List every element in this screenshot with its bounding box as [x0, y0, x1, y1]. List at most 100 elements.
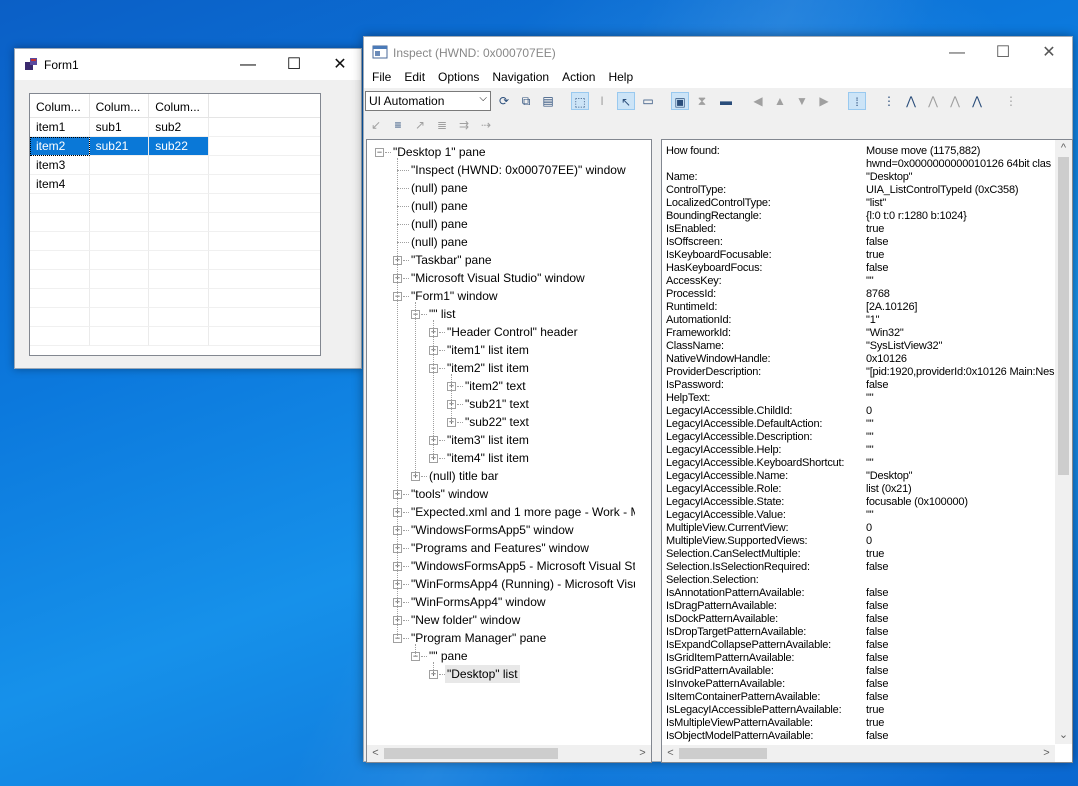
first-child-icon[interactable]: ⋀ [902, 92, 920, 110]
tree-node[interactable]: (null) title bar [427, 467, 500, 485]
watch-focus-icon[interactable]: ⬚ [571, 92, 589, 110]
column-header[interactable]: Colum... [90, 94, 150, 117]
maximize-button[interactable]: ☐ [980, 37, 1026, 68]
form1-titlebar[interactable]: Form1 — ☐ ✕ [15, 49, 361, 80]
scroll-right-icon[interactable]: > [1038, 745, 1055, 762]
tree-node[interactable]: "Program Manager" pane [409, 629, 548, 647]
tree-node[interactable]: "Programs and Features" window [409, 539, 591, 557]
watch-caret-icon[interactable]: I [593, 92, 611, 110]
close-button[interactable]: ✕ [1026, 37, 1072, 68]
tree-hscrollbar[interactable]: < > [367, 745, 651, 762]
nav-left-icon[interactable]: ◀ [749, 92, 767, 110]
show-caret-icon[interactable]: ⧗ [693, 92, 711, 110]
property-name: MultipleView.CurrentView: [666, 522, 789, 534]
tree-node[interactable]: "Expected.xml and 1 more page - Work - M… [409, 503, 635, 521]
list-cell [149, 289, 209, 308]
action-icon-4[interactable]: ≣ [433, 116, 451, 134]
action-icon-3[interactable]: ↗ [411, 116, 429, 134]
tree-hscroll-thumb[interactable] [384, 748, 558, 759]
tree-node[interactable]: "WindowsFormsApp5 - Microsoft Visual Stu… [409, 557, 635, 575]
tree-node[interactable]: "WindowsFormsApp5" window [409, 521, 576, 539]
tree-node[interactable]: "item2" list item [445, 359, 531, 377]
expand-all-icon[interactable]: ⋮ [1002, 92, 1020, 110]
last-child-icon[interactable]: ⋀ [968, 92, 986, 110]
property-name: IsObjectModelPatternAvailable: [666, 730, 814, 742]
tree-node[interactable]: "tools" window [409, 485, 490, 503]
tree-node[interactable]: "sub21" text [463, 395, 531, 413]
tree-node[interactable]: (null) pane [409, 215, 470, 233]
tree-node[interactable]: "Inspect (HWND: 0x000707EE)" window [409, 161, 628, 179]
tree-node[interactable]: "WinFormsApp4 (Running) - Microsoft Visu… [409, 575, 635, 593]
tree-node[interactable]: "WinFormsApp4" window [409, 593, 548, 611]
list-cell [89, 194, 150, 213]
mode-select[interactable]: UI Automation ⌵ [365, 91, 491, 111]
menu-help[interactable]: Help [602, 68, 640, 88]
scroll-down-icon[interactable]: ⌄ [1055, 727, 1072, 744]
tree-node[interactable]: "Form1" window [409, 287, 500, 305]
list-item[interactable]: item3 [30, 156, 320, 175]
tree-node[interactable]: "item1" list item [445, 341, 531, 359]
watch-cursor-icon[interactable]: ↖ [617, 92, 635, 110]
tree-node[interactable]: (null) pane [409, 179, 470, 197]
properties-pane[interactable]: How found: Mouse move (1175,882) hwnd=0x00… [661, 139, 1073, 763]
refresh-icon[interactable]: ⟳ [495, 92, 513, 110]
parent-icon[interactable]: ⋮ [880, 92, 898, 110]
column-header[interactable]: Colum... [149, 94, 209, 117]
tree-node[interactable]: "Taskbar" pane [409, 251, 494, 269]
tree-node[interactable]: "item2" text [463, 377, 528, 395]
tree-node[interactable]: "" list [427, 305, 458, 323]
scroll-left-icon[interactable]: < [662, 745, 679, 762]
element-tree-pane[interactable]: − "Desktop 1" pane "Inspect (HWND: 0x00070… [366, 139, 652, 763]
action-icon-6[interactable]: ⇢ [477, 116, 495, 134]
scroll-up-icon[interactable]: ^ [1055, 140, 1072, 157]
props-hscroll-thumb[interactable] [679, 748, 767, 759]
list-view[interactable]: Colum... Colum... Colum... item1 sub1 sub2… [29, 93, 321, 356]
nav-right-icon[interactable]: ▶ [815, 92, 833, 110]
menu-action[interactable]: Action [556, 68, 602, 88]
menu-file[interactable]: File [366, 68, 398, 88]
inspect-titlebar[interactable]: Inspect (HWND: 0x000707EE) — ☐ ✕ [364, 37, 1072, 68]
collapse-icon[interactable]: − [375, 148, 384, 157]
close-button[interactable]: ✕ [317, 49, 363, 80]
maximize-button[interactable]: ☐ [271, 49, 317, 80]
tree-node[interactable]: "Microsoft Visual Studio" window [409, 269, 587, 287]
tree-node[interactable]: (null) pane [409, 197, 470, 215]
scroll-right-icon[interactable]: > [634, 745, 651, 762]
tree-mode-icon[interactable]: ⁞ [848, 92, 866, 110]
tree-node[interactable]: "Desktop 1" pane [391, 143, 488, 161]
action-icon-2[interactable]: ≡ [389, 116, 407, 134]
property-name: IsInvokePatternAvailable: [666, 678, 785, 690]
menu-options[interactable]: Options [432, 68, 486, 88]
tree-node[interactable]: "Header Control" header [445, 323, 580, 341]
list-item[interactable]: item4 [30, 175, 320, 194]
props-vscrollbar[interactable]: ^ ⌄ [1055, 140, 1072, 744]
show-tooltip-icon[interactable]: ▬ [717, 92, 735, 110]
watch-tooltip-icon[interactable]: ▭ [639, 92, 657, 110]
next-sibling-icon[interactable]: ⋀ [924, 92, 942, 110]
minimize-button[interactable]: — [934, 37, 980, 68]
column-header[interactable]: Colum... [30, 94, 90, 117]
copy-icon[interactable]: ⧉ [517, 92, 535, 110]
props-vscroll-thumb[interactable] [1058, 157, 1069, 475]
props-hscrollbar[interactable]: < > [662, 745, 1055, 762]
nav-up-icon[interactable]: ▲ [771, 92, 789, 110]
tree-node[interactable]: "item4" list item [445, 449, 531, 467]
action-icon-5[interactable]: ⇉ [455, 116, 473, 134]
list-item[interactable]: item2 sub21 sub22 [30, 137, 320, 156]
element-tree[interactable]: − "Desktop 1" pane "Inspect (HWND: 0x00070… [367, 140, 635, 744]
tree-node[interactable]: "New folder" window [409, 611, 522, 629]
action-icon-1[interactable]: ↙ [367, 116, 385, 134]
menu-navigation[interactable]: Navigation [486, 68, 556, 88]
nav-down-icon[interactable]: ▼ [793, 92, 811, 110]
menu-edit[interactable]: Edit [398, 68, 432, 88]
show-highlight-icon[interactable]: ▣ [671, 92, 689, 110]
properties-icon[interactable]: ▤ [539, 92, 557, 110]
tree-node[interactable]: (null) pane [409, 233, 470, 251]
tree-node[interactable]: "sub22" text [463, 413, 531, 431]
scroll-left-icon[interactable]: < [367, 745, 384, 762]
tree-node[interactable]: "item3" list item [445, 431, 531, 449]
tree-node[interactable]: "Desktop" list [445, 665, 520, 683]
minimize-button[interactable]: — [225, 49, 271, 80]
list-item[interactable]: item1 sub1 sub2 [30, 118, 320, 137]
prev-sibling-icon[interactable]: ⋀ [946, 92, 964, 110]
